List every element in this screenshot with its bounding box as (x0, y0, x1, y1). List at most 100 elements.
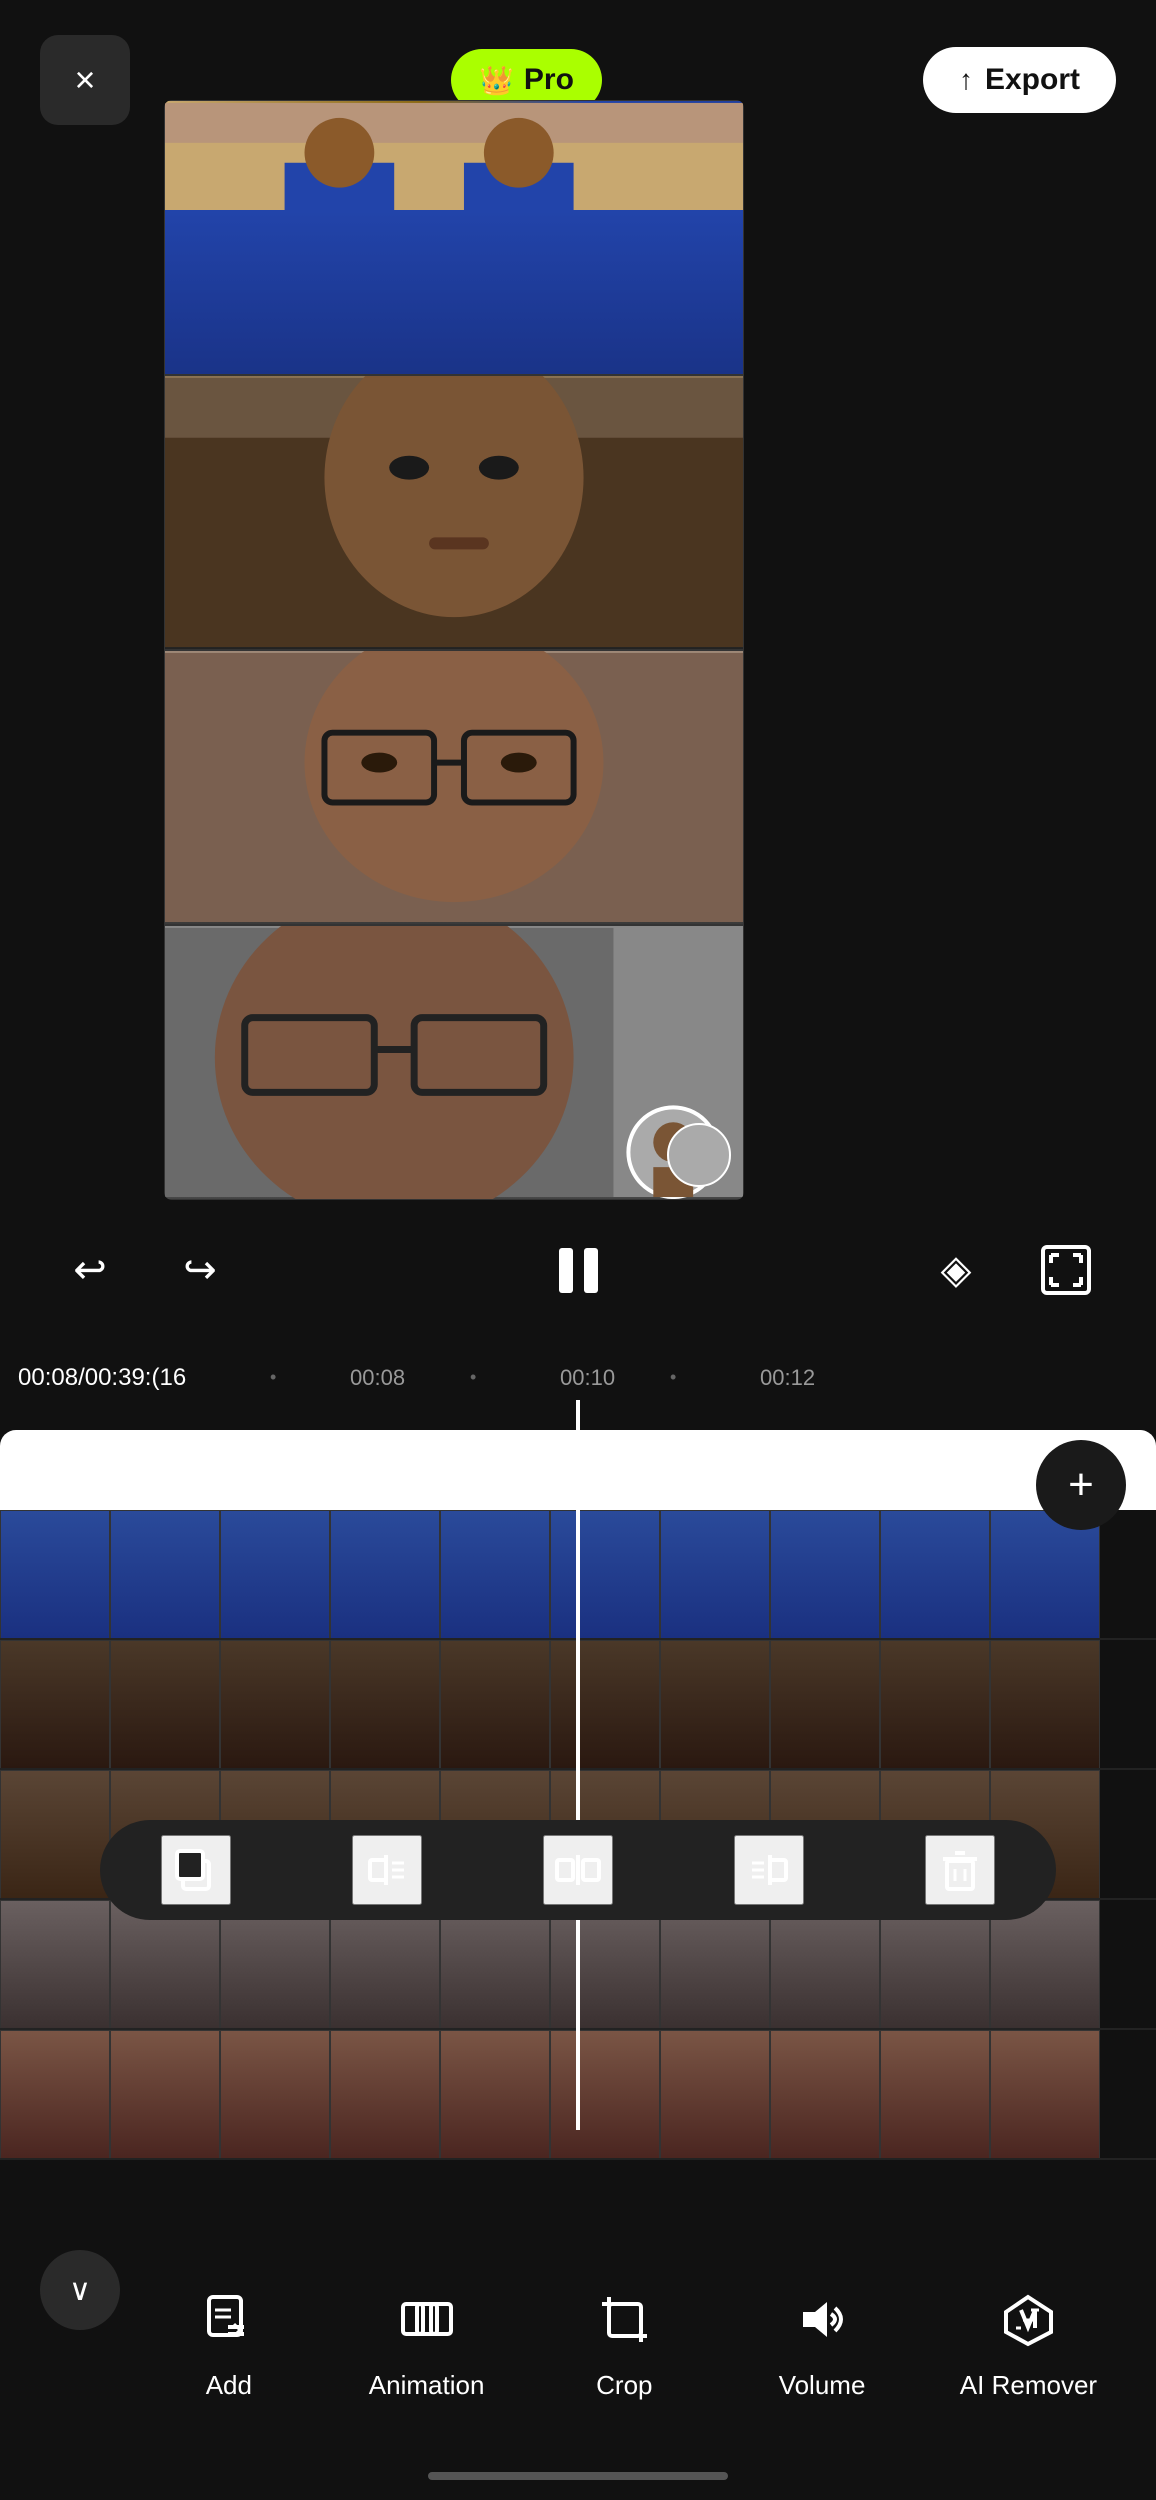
add-clip-button[interactable]: + (1036, 1440, 1126, 1530)
strip-thumb[interactable] (770, 1640, 880, 1770)
strip-thumb[interactable] (0, 1640, 110, 1770)
strip-thumb[interactable] (550, 1510, 660, 1640)
strip-thumb[interactable] (110, 2030, 220, 2160)
crown-icon: 👑 (479, 64, 514, 97)
playhead (576, 1400, 580, 2130)
photo-frame-2 (164, 375, 744, 650)
strip-thumb[interactable] (220, 1510, 330, 1640)
strip-thumb[interactable] (660, 2030, 770, 2160)
strip-thumb[interactable] (880, 2030, 990, 2160)
horizontal-scrollbar[interactable] (428, 2472, 728, 2480)
animation-icon (387, 2280, 467, 2360)
photo-3-svg (165, 651, 743, 924)
add-label: Add (206, 2370, 252, 2401)
strip-thumb[interactable] (550, 2030, 660, 2160)
toolbar-item-ai-remover[interactable]: AI Remover (960, 2280, 1097, 2401)
delete-clip-button[interactable] (925, 1835, 995, 1905)
add-icon (189, 2280, 269, 2360)
undo-icon: ↩ (73, 1247, 107, 1293)
animation-tool-icon (399, 2292, 454, 2347)
strip-thumb[interactable] (220, 2030, 330, 2160)
crop-tool-icon (584, 2280, 664, 2360)
timeline-timestamps: 00:08/00:39:(16 00:08 00:10 00:12 • • • (0, 1350, 1156, 1405)
photo-2-svg (165, 376, 743, 649)
collapse-button[interactable]: ∨ (40, 2250, 120, 2330)
strip-thumb[interactable] (0, 2030, 110, 2160)
strip-thumb[interactable] (550, 1640, 660, 1770)
strip-thumb[interactable] (660, 1640, 770, 1770)
close-button[interactable]: × (40, 35, 130, 125)
strip-thumb[interactable] (0, 1770, 110, 1900)
strip-thumb[interactable] (220, 1640, 330, 1770)
strip-thumb[interactable] (440, 2030, 550, 2160)
plus-icon: + (1068, 1463, 1094, 1507)
undo-button[interactable]: ↩ (40, 1230, 140, 1310)
export-button[interactable]: ↑ Export (923, 47, 1116, 113)
toolbar-item-volume[interactable]: Volume (762, 2280, 882, 2401)
add-tool-icon (201, 2292, 256, 2347)
volume-svg-icon (795, 2292, 850, 2347)
delete-icon (935, 1845, 985, 1895)
strip-thumb[interactable] (330, 2030, 440, 2160)
ai-remover-icon (988, 2280, 1068, 2360)
diamond-icon: ◈ (941, 1247, 972, 1293)
photo-1-svg (165, 101, 743, 374)
photo-stack (164, 100, 744, 1200)
fullscreen-button[interactable] (1016, 1230, 1116, 1310)
fullscreen-icon (1041, 1245, 1091, 1295)
pro-label: Pro (524, 63, 574, 97)
copy-clip-button[interactable] (161, 1835, 231, 1905)
toolbar-items: Add Animation (0, 2240, 1156, 2440)
bottom-toolbar: ∨ Add (0, 2240, 1156, 2440)
strip-thumb[interactable] (0, 1510, 110, 1640)
split-left-button[interactable] (352, 1835, 422, 1905)
split-left-icon (362, 1845, 412, 1895)
strip-thumb[interactable] (990, 2030, 1100, 2160)
volume-label: Volume (779, 2370, 866, 2401)
split-right-icon (744, 1845, 794, 1895)
strip-thumb[interactable] (660, 1510, 770, 1640)
ai-svg-icon (1001, 2292, 1056, 2347)
keyframe-button[interactable]: ◈ (906, 1230, 1006, 1310)
chevron-down-icon: ∨ (69, 2273, 91, 2308)
strip-thumb[interactable] (440, 1510, 550, 1640)
timeline-dot-2: • (470, 1367, 476, 1388)
strip-thumb[interactable] (330, 1640, 440, 1770)
time-mark-1: 00:08 (350, 1365, 405, 1391)
strip-thumb[interactable] (990, 1640, 1100, 1770)
split-icon (553, 1845, 603, 1895)
time-mark-2: 00:10 (560, 1365, 615, 1391)
strip-thumb[interactable] (880, 1510, 990, 1640)
current-time: 00:08/00:39:(16 (18, 1364, 186, 1392)
strip-thumb[interactable] (110, 1510, 220, 1640)
video-preview (164, 100, 744, 1200)
photo-frame-3 (164, 650, 744, 925)
photo-frame-4 (164, 925, 744, 1200)
upload-icon: ↑ (959, 64, 973, 96)
strip-thumb[interactable] (770, 2030, 880, 2160)
strip-thumb[interactable] (880, 1640, 990, 1770)
volume-tool-icon (782, 2280, 862, 2360)
playback-controls: ↩ ↪ ◈ (0, 1210, 1156, 1330)
split-button[interactable] (543, 1835, 613, 1905)
strip-thumb[interactable] (770, 1510, 880, 1640)
strip-thumb[interactable] (110, 1640, 220, 1770)
toolbar-item-add[interactable]: Add (169, 2280, 289, 2401)
ai-remover-label: AI Remover (960, 2370, 1097, 2401)
toolbar-item-animation[interactable]: Animation (367, 2280, 487, 2401)
toolbar-item-crop[interactable]: Crop (564, 2280, 684, 2401)
strip-thumb[interactable] (330, 1510, 440, 1640)
play-pause-button[interactable] (528, 1230, 628, 1310)
split-right-button[interactable] (734, 1835, 804, 1905)
crop-label: Crop (596, 2370, 652, 2401)
timeline-dot-1: • (270, 1367, 276, 1388)
edit-action-bar (100, 1820, 1056, 1920)
redo-button[interactable]: ↪ (150, 1230, 250, 1310)
pause-icon (551, 1243, 606, 1298)
redo-icon: ↪ (183, 1247, 217, 1293)
animation-label: Animation (369, 2370, 485, 2401)
strip-thumb[interactable] (440, 1640, 550, 1770)
strip-thumb[interactable] (0, 1900, 110, 2030)
photo-frame-1 (164, 100, 744, 375)
copy-icon (171, 1845, 221, 1895)
